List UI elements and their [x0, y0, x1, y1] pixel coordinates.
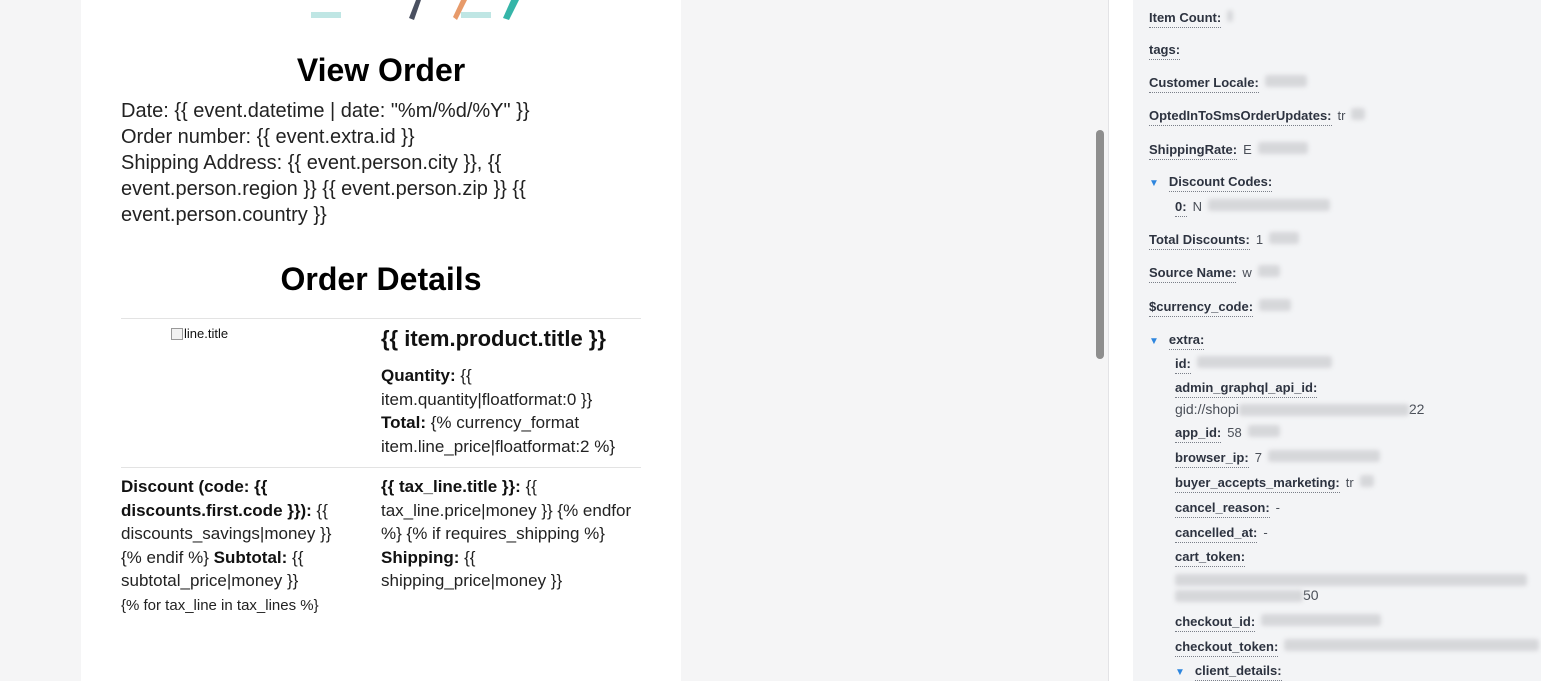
prop-extra-id[interactable]: id:	[1175, 356, 1332, 374]
order-info: Date: {{ event.datetime | date: "%m/%d/%…	[121, 98, 551, 228]
email-preview: View Order Date: {{ event.datetime | dat…	[81, 0, 681, 681]
order-details-heading: Order Details	[280, 261, 482, 297]
prop-cancel-reason[interactable]: cancel_reason: -	[1175, 500, 1280, 518]
scrollbar[interactable]	[1096, 130, 1104, 359]
prop-tags[interactable]: tags:	[1149, 42, 1181, 60]
expand-triangle-icon[interactable]: ▼	[1149, 178, 1159, 189]
left-gutter	[0, 0, 81, 681]
cart-token-value: 50	[1175, 571, 1535, 603]
for-loop-tag: {% for tax_line in tax_lines %}	[121, 596, 319, 614]
prop-extra[interactable]: ▼ extra:	[1149, 332, 1205, 350]
preview-background	[681, 0, 1108, 681]
prop-checkout-id[interactable]: checkout_id:	[1175, 614, 1382, 632]
prop-customer-locale[interactable]: Customer Locale:	[1149, 75, 1307, 93]
prop-discount-code-0[interactable]: 0: N	[1175, 199, 1330, 217]
prop-source-name[interactable]: Source Name: w	[1149, 265, 1280, 283]
properties-list: Item Count: tags: Customer Locale: Opted…	[1133, 0, 1541, 681]
prop-cancelled-at[interactable]: cancelled_at: -	[1175, 525, 1268, 543]
prop-cart-token[interactable]: cart_token:	[1175, 549, 1246, 567]
subtotal-label: Subtotal:	[213, 547, 288, 567]
quantity-label: Quantity:	[381, 366, 456, 385]
divider	[121, 318, 641, 319]
page-title: View Order	[296, 52, 466, 88]
tax-block: {{ tax_line.title }}: {{ tax_line.price|…	[381, 475, 641, 593]
expand-triangle-icon[interactable]: ▼	[1175, 667, 1185, 678]
shipping-label: Shipping:	[381, 547, 460, 567]
product-title: {{ item.product.title }}	[381, 326, 606, 351]
prop-admin-graphql-api-id[interactable]: admin_graphql_api_id:	[1175, 380, 1318, 398]
prop-discount-codes[interactable]: ▼ Discount Codes:	[1149, 174, 1273, 192]
event-properties-panel: Item Count: tags: Customer Locale: Opted…	[1109, 0, 1541, 681]
discount-block: Discount (code: {{ discounts.first.code …	[121, 475, 356, 617]
prop-total-discounts[interactable]: Total Discounts: 1	[1149, 232, 1300, 250]
tax-label: {{ tax_line.title }}:	[381, 477, 521, 496]
shipping-address-line: Shipping Address: {{ event.person.city }…	[121, 152, 526, 226]
total-label: Total:	[381, 413, 427, 432]
prop-buyer-accepts-marketing[interactable]: buyer_accepts_marketing: tr	[1175, 475, 1374, 493]
prop-currency-code[interactable]: $currency_code:	[1149, 299, 1292, 317]
prop-opted-in-sms[interactable]: OptedInToSmsOrderUpdates: tr	[1149, 108, 1366, 126]
image-alt-text: line.title	[184, 326, 229, 341]
order-number-line: Order number: {{ event.extra.id }}	[121, 126, 415, 148]
admin-graphql-api-id-value: gid://shopi 22	[1175, 401, 1425, 417]
prop-client-details[interactable]: ▼ client_details:	[1175, 663, 1282, 681]
divider	[121, 467, 641, 468]
product-image: line.title	[171, 326, 228, 341]
discount-label: Discount (code: {{ discounts.first.code …	[121, 477, 312, 520]
brand-logo	[311, 0, 519, 20]
order-date-line: Date: {{ event.datetime | date: "%m/%d/%…	[121, 100, 530, 122]
prop-checkout-token[interactable]: checkout_token:	[1175, 639, 1540, 657]
prop-item-count[interactable]: Item Count:	[1149, 10, 1234, 28]
broken-image-icon	[171, 327, 183, 340]
prop-app-id[interactable]: app_id: 58	[1175, 425, 1280, 443]
product-detail: Quantity: {{ item.quantity|floatformat:0…	[381, 364, 641, 458]
expand-triangle-icon[interactable]: ▼	[1149, 336, 1159, 347]
prop-browser-ip[interactable]: browser_ip: 7	[1175, 450, 1380, 468]
prop-shipping-rate[interactable]: ShippingRate: E	[1149, 142, 1308, 160]
